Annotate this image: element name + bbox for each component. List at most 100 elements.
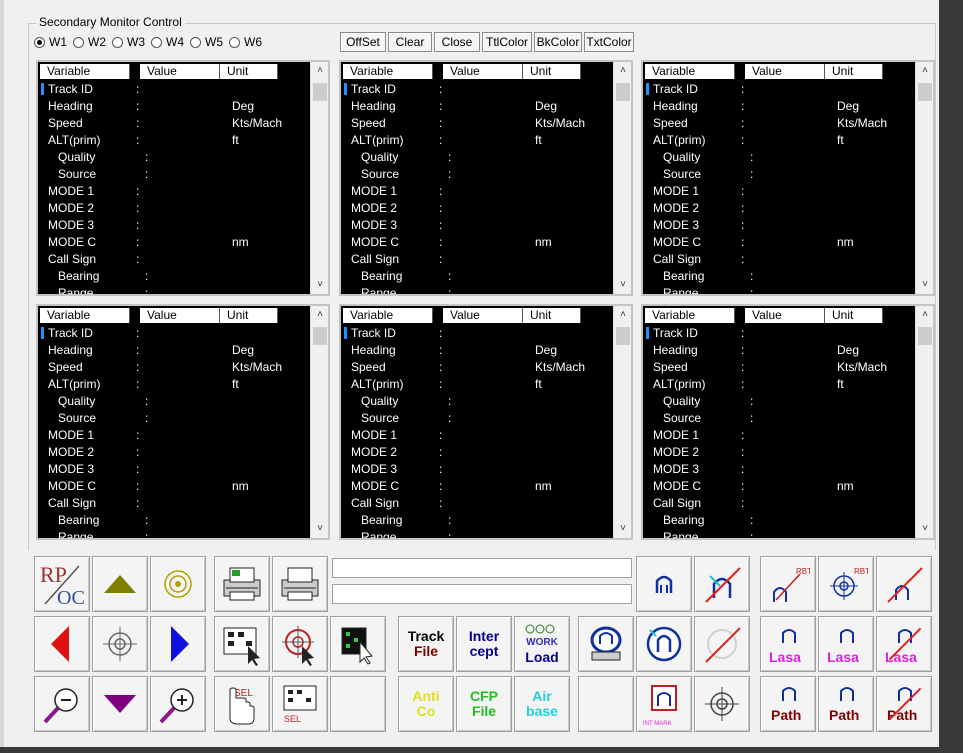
table-row[interactable]: MODE C: nm	[643, 478, 915, 495]
table-row[interactable]: Range:	[38, 529, 310, 538]
vertical-scrollbar[interactable]: ˄ ˅	[915, 62, 933, 294]
vertical-scrollbar[interactable]: ˄ ˅	[310, 62, 328, 294]
scroll-thumb[interactable]	[918, 327, 932, 345]
table-row[interactable]: MODE 2:	[38, 444, 310, 461]
rbt-delete-button[interactable]	[876, 556, 932, 612]
column-header-unit[interactable]: Unit	[523, 308, 581, 323]
table-row[interactable]: Call Sign:	[38, 251, 310, 268]
table-row[interactable]: MODE C: nm	[341, 234, 613, 251]
workload-button[interactable]: WORK Load	[514, 616, 570, 672]
rbt-track-button[interactable]: RBT	[760, 556, 816, 612]
select-area-button[interactable]	[214, 616, 270, 672]
table-row[interactable]: MODE 2:	[341, 444, 613, 461]
scroll-down-icon[interactable]: ˅	[916, 276, 933, 294]
table-row[interactable]: MODE 2:	[341, 200, 613, 217]
column-header-unit[interactable]: Unit	[825, 308, 883, 323]
table-row[interactable]: MODE 1:	[643, 183, 915, 200]
table-row[interactable]: MODE 2:	[643, 200, 915, 217]
track-file-button[interactable]: Track File	[398, 616, 454, 672]
table-row[interactable]: Range:	[643, 285, 915, 294]
monitor-panel-4[interactable]: Variable Value Unit Track ID: Heading: Deg Spe…	[36, 304, 330, 540]
scroll-up-icon[interactable]: ˄	[311, 306, 328, 324]
table-row[interactable]: Range:	[38, 285, 310, 294]
monitor-panel-6[interactable]: Variable Value Unit Track ID: Heading: Deg Spe…	[641, 304, 935, 540]
clear-button[interactable]: Clear	[388, 32, 432, 52]
monitor-panel-1[interactable]: Variable Value Unit Track ID: Heading: Deg Spe…	[36, 60, 330, 296]
lasa-delete-button[interactable]: Lasa	[876, 616, 932, 672]
table-row[interactable]: Source:	[341, 166, 613, 183]
table-row[interactable]: Quality:	[341, 149, 613, 166]
select-hierarchy-button[interactable]: SEL	[272, 676, 328, 732]
column-header-unit[interactable]: Unit	[825, 64, 883, 79]
radio-dot-icon[interactable]	[112, 36, 123, 48]
hand-select-button[interactable]: SEL	[214, 676, 270, 732]
table-row[interactable]: Quality:	[341, 393, 613, 410]
vertical-scrollbar[interactable]: ˄ ˅	[613, 306, 631, 538]
scroll-up-icon[interactable]: ˄	[916, 62, 933, 80]
table-row[interactable]: Quality:	[38, 393, 310, 410]
column-header-variable[interactable]: Variable	[40, 308, 130, 323]
scroll-up-icon[interactable]: ˄	[614, 306, 631, 324]
crosshair-button[interactable]	[92, 616, 148, 672]
table-row[interactable]: ALT(prim): ft	[38, 376, 310, 393]
table-row[interactable]: Bearing:	[341, 512, 613, 529]
zoom-out-button[interactable]	[34, 676, 90, 732]
radio-w1[interactable]: W1	[34, 34, 67, 50]
table-row[interactable]: Speed: Kts/Mach	[38, 359, 310, 376]
table-row[interactable]: MODE 1:	[38, 427, 310, 444]
table-row[interactable]: Heading: Deg	[643, 342, 915, 359]
column-header-value[interactable]: Value	[443, 308, 523, 323]
zoom-in-button[interactable]	[150, 676, 206, 732]
int-mark-button[interactable]: INT MARK	[636, 676, 692, 732]
scroll-thumb[interactable]	[918, 83, 932, 101]
column-header-value[interactable]: Value	[443, 64, 523, 79]
vertical-scrollbar[interactable]: ˄ ˅	[613, 62, 631, 294]
table-row[interactable]: MODE 1:	[643, 427, 915, 444]
table-row[interactable]: Call Sign:	[38, 495, 310, 512]
table-row[interactable]: Heading: Deg	[38, 98, 310, 115]
offset-button[interactable]: OffSet	[340, 32, 386, 52]
table-row[interactable]: Bearing:	[341, 268, 613, 285]
print-button[interactable]	[272, 556, 328, 612]
table-row[interactable]: MODE C: nm	[38, 234, 310, 251]
table-row[interactable]: MODE 3:	[38, 217, 310, 234]
column-header-unit[interactable]: Unit	[523, 64, 581, 79]
move-down-button[interactable]	[92, 676, 148, 732]
lasa-button-2[interactable]: Lasa	[818, 616, 874, 672]
rpoc-button[interactable]: RP OC	[34, 556, 90, 612]
track-symbol-button[interactable]	[636, 556, 692, 612]
table-row[interactable]: MODE 1:	[341, 183, 613, 200]
move-right-button[interactable]	[150, 616, 206, 672]
grid-select-button[interactable]	[330, 616, 386, 672]
table-row[interactable]: Quality:	[38, 149, 310, 166]
path-delete-button[interactable]: Path	[876, 676, 932, 732]
rbt-target-button[interactable]: RBT	[818, 556, 874, 612]
table-row[interactable]: Quality:	[643, 393, 915, 410]
table-row[interactable]: Speed: Kts/Mach	[38, 115, 310, 132]
radio-w4[interactable]: W4	[151, 34, 184, 50]
track-delete-button[interactable]	[694, 556, 750, 612]
table-row[interactable]: Heading: Deg	[643, 98, 915, 115]
monitor-panel-2[interactable]: Variable Value Unit Track ID: Heading: Deg Spe…	[339, 60, 633, 296]
table-row[interactable]: Heading: Deg	[341, 342, 613, 359]
table-row[interactable]: Bearing:	[38, 512, 310, 529]
table-row[interactable]: Range:	[643, 529, 915, 538]
table-row[interactable]: Source:	[643, 166, 915, 183]
table-row[interactable]: MODE 3:	[341, 461, 613, 478]
table-row[interactable]: Track ID:	[341, 81, 613, 98]
table-row[interactable]: ALT(prim): ft	[643, 376, 915, 393]
table-row[interactable]: Quality:	[643, 149, 915, 166]
scroll-down-icon[interactable]: ˅	[311, 520, 328, 538]
table-row[interactable]: Speed: Kts/Mach	[341, 115, 613, 132]
track-circle-button[interactable]	[636, 616, 692, 672]
column-header-unit[interactable]: Unit	[220, 64, 278, 79]
radio-dot-icon[interactable]	[190, 36, 201, 48]
radio-w5[interactable]: W5	[190, 34, 223, 50]
table-row[interactable]: MODE C: nm	[38, 478, 310, 495]
table-row[interactable]: Range:	[341, 529, 613, 538]
table-row[interactable]: MODE 2:	[38, 200, 310, 217]
move-left-button[interactable]	[34, 616, 90, 672]
table-row[interactable]: Track ID:	[643, 81, 915, 98]
center-target-button[interactable]	[150, 556, 206, 612]
table-row[interactable]: ALT(prim): ft	[38, 132, 310, 149]
